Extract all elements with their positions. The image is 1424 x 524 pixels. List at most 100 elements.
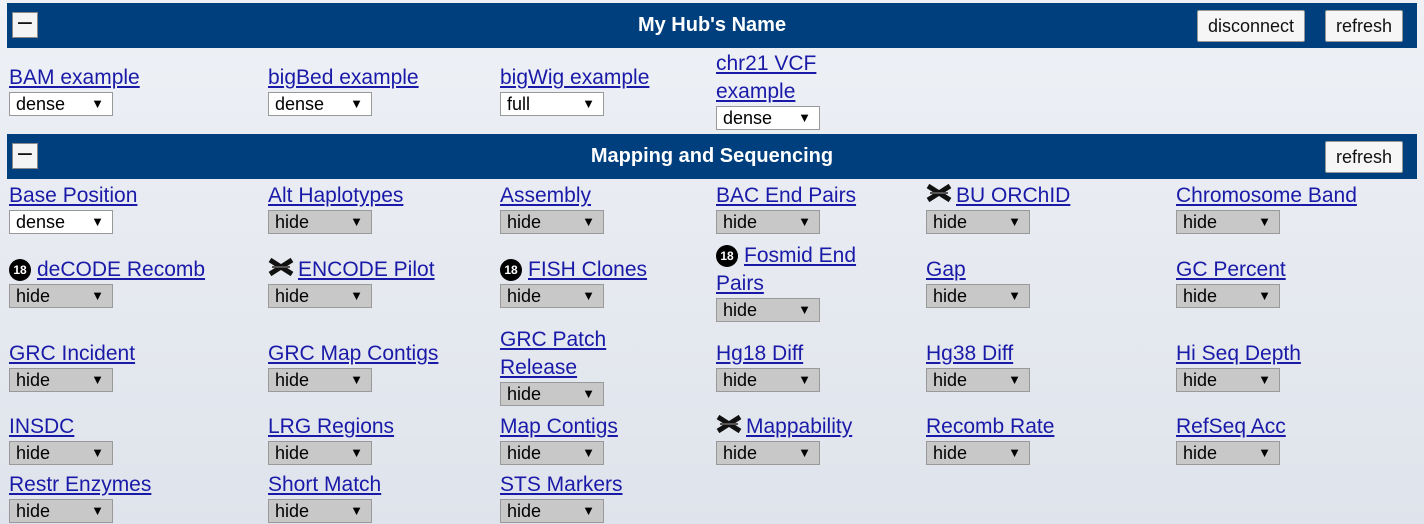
visibility-select[interactable]: hide ▼ bbox=[500, 441, 604, 465]
visibility-select[interactable]: hide ▼ bbox=[926, 441, 1030, 465]
select-value: hide bbox=[16, 370, 51, 390]
visibility-select[interactable]: hide ▼ bbox=[268, 284, 372, 308]
select-value: hide bbox=[1183, 370, 1218, 390]
chevron-down-icon: ▼ bbox=[350, 214, 363, 229]
chevron-down-icon: ▼ bbox=[91, 503, 104, 518]
track-label: GC Percent bbox=[1176, 258, 1286, 281]
visibility-select[interactable]: dense ▼ bbox=[716, 106, 820, 130]
track-link[interactable]: GRC Incident bbox=[9, 340, 259, 368]
visibility-select[interactable]: hide ▼ bbox=[716, 368, 820, 392]
chevron-down-icon: ▼ bbox=[91, 214, 104, 229]
track-link[interactable]: Alt Haplotypes bbox=[268, 182, 493, 210]
visibility-select[interactable]: hide ▼ bbox=[926, 210, 1030, 234]
hub-track-bam: BAM example dense ▼ bbox=[9, 64, 249, 116]
mapping-track-item: Chromosome Band hide ▼ bbox=[1176, 182, 1416, 234]
track-link[interactable]: Base Position bbox=[9, 182, 259, 210]
track-link[interactable]: INSDC bbox=[9, 413, 259, 441]
select-value: dense bbox=[16, 212, 66, 232]
select-value: hide bbox=[507, 443, 542, 463]
track-link[interactable]: BU ORChID bbox=[926, 182, 1166, 210]
visibility-select[interactable]: hide ▼ bbox=[9, 499, 113, 523]
chevron-down-icon: ▼ bbox=[91, 445, 104, 460]
track-link[interactable]: Hi Seq Depth bbox=[1176, 340, 1416, 368]
visibility-select[interactable]: hide ▼ bbox=[9, 284, 113, 308]
visibility-select[interactable]: hide ▼ bbox=[500, 210, 604, 234]
track-link[interactable]: GRC Map Contigs bbox=[268, 340, 493, 368]
mapping-track-item: Short Match hide ▼ bbox=[268, 471, 493, 523]
track-label: Hg18 Diff bbox=[716, 342, 804, 365]
select-value: hide bbox=[1183, 286, 1218, 306]
visibility-select[interactable]: dense ▼ bbox=[268, 92, 372, 116]
visibility-select[interactable]: hide ▼ bbox=[268, 441, 372, 465]
track-link[interactable]: GRC Patch Release bbox=[500, 326, 665, 382]
visibility-select[interactable]: hide ▼ bbox=[716, 298, 820, 322]
visibility-select[interactable]: hide ▼ bbox=[268, 499, 372, 523]
track-link[interactable]: Hg18 Diff bbox=[716, 340, 916, 368]
track-link[interactable]: Mappability bbox=[716, 413, 916, 441]
track-link[interactable]: Chromosome Band bbox=[1176, 182, 1416, 210]
visibility-select[interactable]: hide ▼ bbox=[926, 368, 1030, 392]
visibility-select[interactable]: hide ▼ bbox=[716, 210, 820, 234]
mapping-refresh-button[interactable]: refresh bbox=[1325, 141, 1404, 173]
track-link[interactable]: Recomb Rate bbox=[926, 413, 1166, 441]
mapping-track-item: BAC End Pairs hide ▼ bbox=[716, 182, 916, 234]
disconnect-button[interactable]: disconnect bbox=[1197, 10, 1306, 42]
visibility-select[interactable]: hide ▼ bbox=[268, 368, 372, 392]
visibility-select[interactable]: hide ▼ bbox=[926, 284, 1030, 308]
chevron-down-icon: ▼ bbox=[582, 445, 595, 460]
hg18-badge-icon: 18 bbox=[716, 245, 738, 267]
select-value: hide bbox=[275, 443, 310, 463]
track-label: Mappability bbox=[746, 415, 853, 438]
chevron-down-icon: ▼ bbox=[798, 302, 811, 317]
mapping-track-item: 18 FISH Clones hide ▼ bbox=[500, 256, 705, 308]
track-link[interactable]: GC Percent bbox=[1176, 256, 1416, 284]
chevron-down-icon: ▼ bbox=[798, 445, 811, 460]
track-link[interactable]: 18 deCODE Recomb bbox=[9, 256, 259, 284]
visibility-select[interactable]: dense ▼ bbox=[9, 210, 113, 234]
track-link[interactable]: bigWig example bbox=[500, 64, 710, 92]
visibility-select[interactable]: hide ▼ bbox=[1176, 284, 1280, 308]
track-link[interactable]: STS Markers bbox=[500, 471, 705, 499]
visibility-select[interactable]: hide ▼ bbox=[716, 441, 820, 465]
visibility-select[interactable]: hide ▼ bbox=[9, 368, 113, 392]
select-value: hide bbox=[723, 212, 758, 232]
track-link[interactable]: 18 Fosmid End Pairs bbox=[716, 242, 881, 298]
select-value: hide bbox=[1183, 212, 1218, 232]
mapping-track-item: INSDC hide ▼ bbox=[9, 413, 259, 465]
chevron-down-icon: ▼ bbox=[1008, 372, 1021, 387]
mapping-track-item: Map Contigs hide ▼ bbox=[500, 413, 705, 465]
select-value: hide bbox=[507, 212, 542, 232]
track-link[interactable]: Restr Enzymes bbox=[9, 471, 259, 499]
visibility-select[interactable]: hide ▼ bbox=[500, 382, 604, 406]
track-link[interactable]: BAM example bbox=[9, 64, 249, 92]
track-link[interactable]: LRG Regions bbox=[268, 413, 493, 441]
visibility-select[interactable]: hide ▼ bbox=[1176, 210, 1280, 234]
track-link[interactable]: 18 FISH Clones bbox=[500, 256, 705, 284]
hub-group-header: − My Hub's Name disconnect refresh bbox=[7, 3, 1417, 48]
visibility-select[interactable]: dense ▼ bbox=[9, 92, 113, 116]
visibility-select[interactable]: hide ▼ bbox=[500, 284, 604, 308]
track-link[interactable]: Gap bbox=[926, 256, 1166, 284]
visibility-select[interactable]: full ▼ bbox=[500, 92, 604, 116]
track-link[interactable]: Short Match bbox=[268, 471, 493, 499]
track-link[interactable]: Assembly bbox=[500, 182, 705, 210]
track-link[interactable]: chr21 VCF example bbox=[716, 50, 866, 106]
visibility-select[interactable]: hide ▼ bbox=[1176, 368, 1280, 392]
visibility-select[interactable]: hide ▼ bbox=[268, 210, 372, 234]
hub-refresh-button[interactable]: refresh bbox=[1325, 10, 1404, 42]
track-link[interactable]: RefSeq Acc bbox=[1176, 413, 1416, 441]
mapping-track-item: Hi Seq Depth hide ▼ bbox=[1176, 340, 1416, 392]
mapping-track-item: Alt Haplotypes hide ▼ bbox=[268, 182, 493, 234]
track-label: Base Position bbox=[9, 184, 138, 207]
visibility-select[interactable]: hide ▼ bbox=[1176, 441, 1280, 465]
chevron-down-icon: ▼ bbox=[1258, 372, 1271, 387]
track-link[interactable]: Hg38 Diff bbox=[926, 340, 1166, 368]
track-link[interactable]: BAC End Pairs bbox=[716, 182, 916, 210]
track-link[interactable]: bigBed example bbox=[268, 64, 488, 92]
track-link[interactable]: Map Contigs bbox=[500, 413, 705, 441]
track-label: INSDC bbox=[9, 415, 75, 438]
visibility-select[interactable]: hide ▼ bbox=[500, 499, 604, 523]
visibility-select[interactable]: hide ▼ bbox=[9, 441, 113, 465]
track-link[interactable]: ENCODE Pilot bbox=[268, 256, 493, 284]
hub-track-vcf: chr21 VCF example dense ▼ bbox=[716, 50, 866, 130]
